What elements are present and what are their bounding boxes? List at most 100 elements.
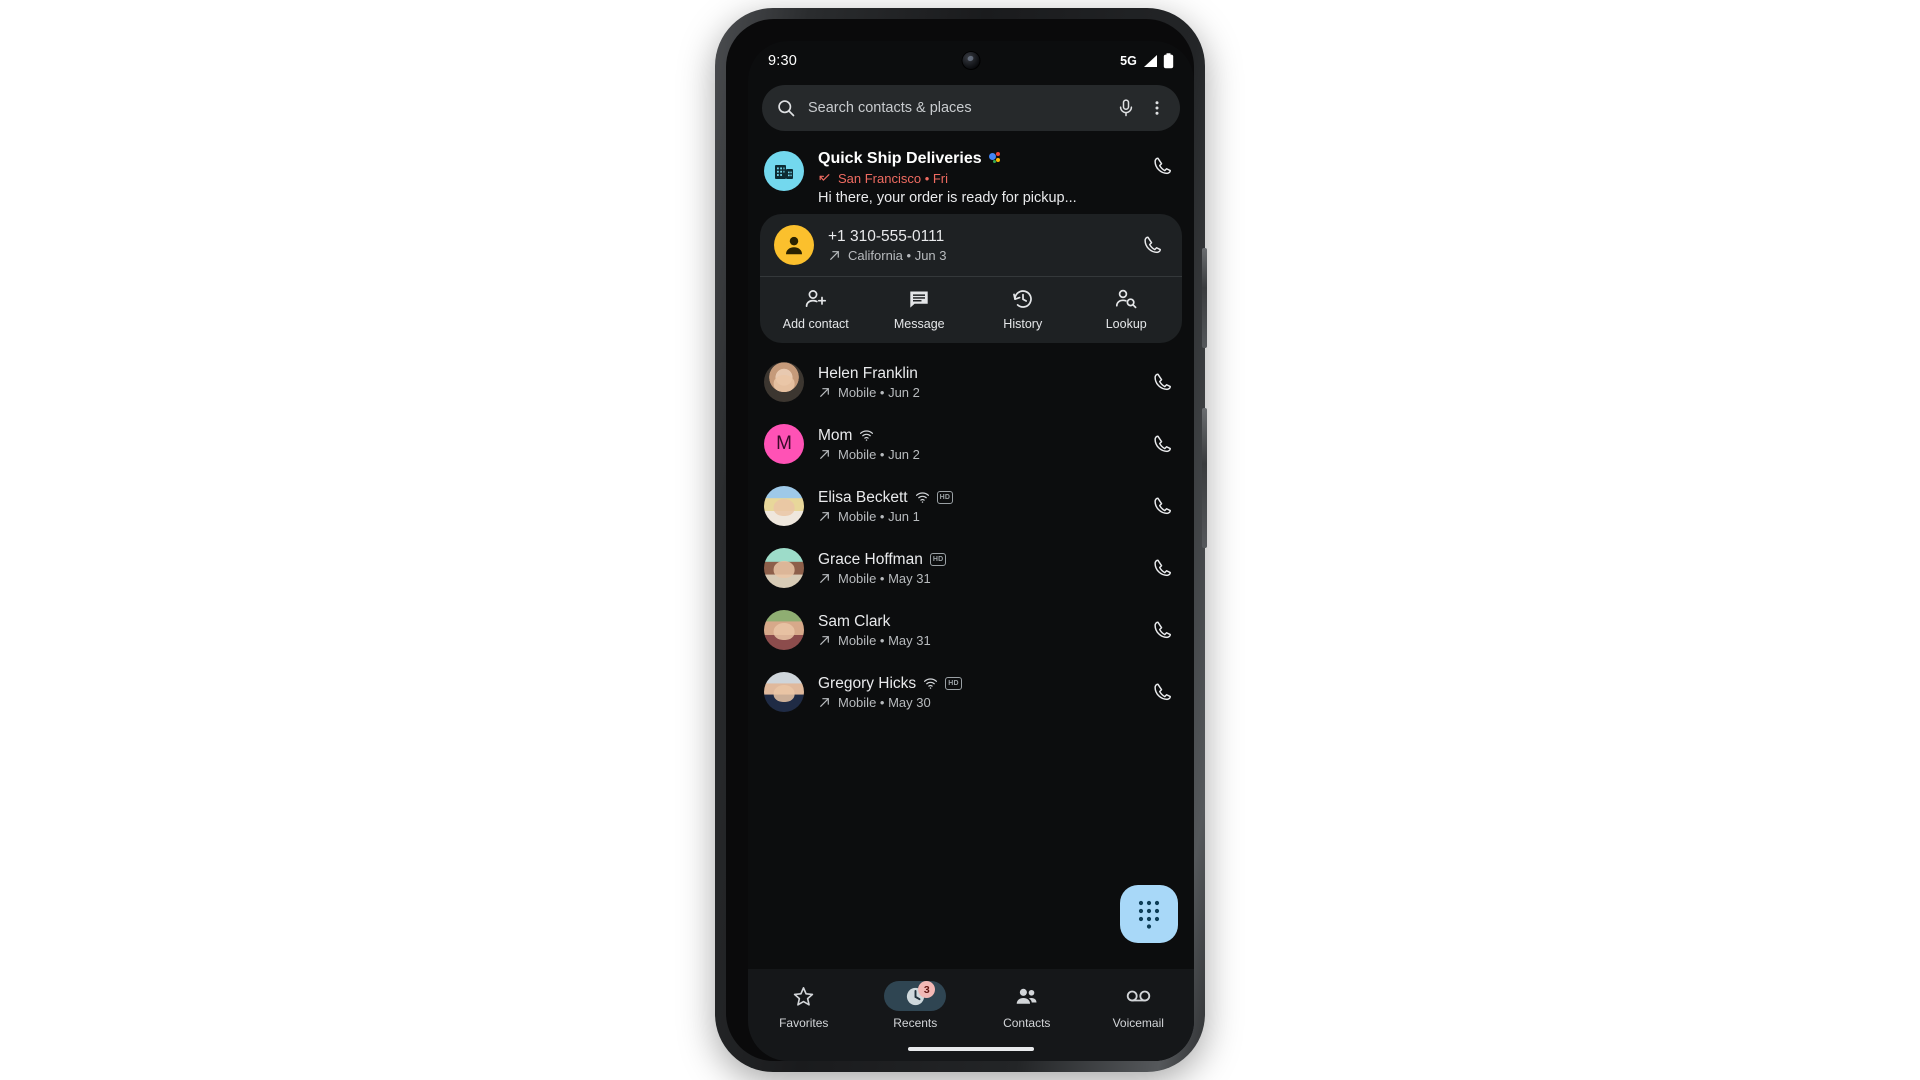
front-camera-punch-hole xyxy=(961,51,981,70)
call-log-entry[interactable]: Grace Hoffman HD Mobile • May 31 xyxy=(748,537,1194,599)
call-back-button[interactable] xyxy=(1146,619,1178,641)
avatar xyxy=(764,548,804,588)
call-back-button[interactable] xyxy=(1136,234,1168,256)
wifi-calling-icon xyxy=(915,491,930,504)
nav-item-voicemail[interactable]: Voicemail xyxy=(1083,981,1195,1030)
avatar xyxy=(764,672,804,712)
contact-name: Helen Franklin xyxy=(818,364,918,382)
status-bar-indicators: 5G xyxy=(1120,53,1174,69)
entry-subtitle-row: Mobile • May 30 xyxy=(818,695,1132,710)
business-building-icon xyxy=(772,159,796,183)
action-add-contact[interactable]: Add contact xyxy=(764,287,868,331)
search-bar[interactable]: Search contacts & places xyxy=(762,85,1180,131)
call-back-button[interactable] xyxy=(1146,155,1178,177)
recents-badge: 3 xyxy=(918,981,936,998)
volume-button[interactable] xyxy=(1202,408,1207,548)
person-search-icon xyxy=(1114,287,1138,311)
call-detail: Mobile • Jun 2 xyxy=(838,385,920,401)
entry-subtitle-row: San Francisco • Fri xyxy=(818,171,1132,186)
action-label: Message xyxy=(893,317,945,331)
hd-voice-badge: HD xyxy=(945,677,962,690)
status-bar-clock: 9:30 xyxy=(768,53,798,69)
dialpad-icon xyxy=(1136,899,1162,929)
action-label: History xyxy=(1003,317,1043,331)
network-type-label: 5G xyxy=(1120,54,1137,68)
call-detail: Mobile • May 31 xyxy=(838,571,931,587)
nav-item-recents[interactable]: 3 Recents xyxy=(860,981,972,1030)
nav-pill xyxy=(773,981,835,1011)
call-detail: Mobile • Jun 2 xyxy=(838,447,920,463)
signal-bars-icon xyxy=(1142,54,1158,68)
outgoing-call-icon xyxy=(828,249,841,262)
more-vert-icon[interactable] xyxy=(1148,99,1166,117)
entry-text-block: Helen Franklin Mobile • Jun 2 xyxy=(818,364,1132,400)
call-location-date: California • Jun 3 xyxy=(848,248,947,264)
call-log-entry[interactable]: Gregory Hicks HD Mobile • May 30 xyxy=(748,661,1194,723)
contact-name: Elisa Beckett xyxy=(818,488,908,506)
call-log-entry-business[interactable]: Quick Ship Deliveries San Francisco • Fr… xyxy=(748,139,1194,212)
nav-label: Favorites xyxy=(779,1016,829,1030)
contact-name: Gregory Hicks xyxy=(818,674,917,692)
action-history[interactable]: History xyxy=(971,287,1075,331)
entry-subtitle-row: Mobile • Jun 2 xyxy=(818,385,1132,400)
avatar: M xyxy=(764,424,804,464)
power-button[interactable] xyxy=(1202,248,1207,348)
action-message[interactable]: Message xyxy=(868,287,972,331)
entry-title-row: Grace Hoffman HD xyxy=(818,550,1132,569)
microphone-icon[interactable] xyxy=(1116,98,1136,118)
call-log-entry[interactable]: Helen Franklin Mobile • Jun 2 xyxy=(748,351,1194,413)
wifi-calling-icon xyxy=(923,677,938,690)
avatar-photo xyxy=(773,498,795,516)
entry-text-block: Mom Mobile • Jun 2 xyxy=(818,426,1132,462)
call-log-entry[interactable]: Elisa Beckett HD Mobile • Jun 1 xyxy=(748,475,1194,537)
avatar xyxy=(774,225,814,265)
search-input[interactable]: Search contacts & places xyxy=(808,100,1104,116)
call-log-list[interactable]: Quick Ship Deliveries San Francisco • Fr… xyxy=(748,139,1194,969)
entry-text-block: Gregory Hicks HD Mobile • May 30 xyxy=(818,674,1132,710)
bottom-navigation-bar: Favorites 3 Recents Contacts Voicemail xyxy=(748,969,1194,1061)
call-back-button[interactable] xyxy=(1146,557,1178,579)
call-log-entry[interactable]: Sam Clark Mobile • May 31 xyxy=(748,599,1194,661)
expanded-entry-header[interactable]: +1 310-555-0111 California • Jun 3 xyxy=(760,214,1182,276)
contact-name: Grace Hoffman xyxy=(818,550,923,568)
hd-voice-badge: HD xyxy=(936,491,954,504)
voicemail-icon xyxy=(1125,985,1152,1007)
entry-subtitle-row: Mobile • Jun 2 xyxy=(818,447,1132,462)
entry-text-block: Elisa Beckett HD Mobile • Jun 1 xyxy=(818,488,1132,524)
action-label: Lookup xyxy=(1105,317,1147,331)
entry-subtitle-row: Mobile • May 31 xyxy=(818,633,1132,648)
missed-call-icon xyxy=(818,172,831,185)
entry-subtitle-row: California • Jun 3 xyxy=(828,248,1122,263)
phone-bezel: 9:30 5G Search contacts & places Quick S… xyxy=(726,19,1194,1061)
avatar xyxy=(764,610,804,650)
call-log-entry[interactable]: M Mom Mobile • Jun 2 xyxy=(748,413,1194,475)
status-bar: 9:30 5G xyxy=(748,41,1194,81)
google-assistant-dots-icon xyxy=(988,152,1003,166)
call-back-button[interactable] xyxy=(1146,371,1178,393)
screenshot-stage: 9:30 5G Search contacts & places Quick S… xyxy=(0,0,1920,1080)
outgoing-call-icon xyxy=(818,448,831,461)
nav-item-contacts[interactable]: Contacts xyxy=(971,981,1083,1030)
home-gesture-indicator[interactable] xyxy=(908,1047,1034,1051)
call-back-button[interactable] xyxy=(1146,681,1178,703)
call-back-button[interactable] xyxy=(1146,433,1178,455)
call-detail: Mobile • May 31 xyxy=(838,633,931,649)
star-icon xyxy=(792,985,815,1008)
call-back-button[interactable] xyxy=(1146,495,1178,517)
nav-label: Recents xyxy=(893,1016,938,1030)
entry-text-block: +1 310-555-0111 California • Jun 3 xyxy=(828,227,1122,263)
entry-title-row: Helen Franklin xyxy=(818,364,1132,383)
action-lookup[interactable]: Lookup xyxy=(1075,287,1179,331)
avatar-photo xyxy=(773,622,795,640)
outgoing-call-icon xyxy=(818,386,831,399)
battery-full-icon xyxy=(1163,53,1174,69)
expanded-call-card[interactable]: +1 310-555-0111 California • Jun 3 Add c… xyxy=(760,214,1182,343)
person-icon xyxy=(781,232,807,258)
call-detail: Mobile • Jun 1 xyxy=(838,509,920,525)
dialpad-fab-button[interactable] xyxy=(1120,885,1178,943)
nav-item-favorites[interactable]: Favorites xyxy=(748,981,860,1030)
people-icon xyxy=(1014,984,1039,1009)
phone-device-frame: 9:30 5G Search contacts & places Quick S… xyxy=(715,8,1207,1072)
outgoing-call-icon xyxy=(818,696,831,709)
entry-title-row: Quick Ship Deliveries xyxy=(818,149,1132,169)
